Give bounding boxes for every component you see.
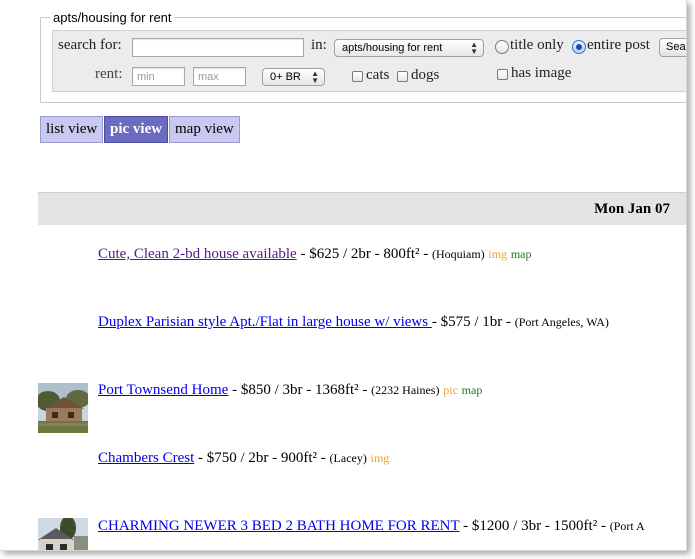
has-image-label: has image <box>511 65 572 81</box>
rent-min-input[interactable] <box>132 67 185 86</box>
listing-details: - $850 / 3br - 1368ft² - <box>228 382 372 398</box>
listing-title-link[interactable]: Chambers Crest <box>98 450 194 466</box>
cats-label: cats <box>366 67 390 83</box>
day-header: Mon Jan 07 <box>38 192 686 225</box>
in-label: in: <box>311 37 327 53</box>
listing-details: - $625 / 2br - 800ft² - <box>296 246 433 262</box>
listing-img-tag: img <box>370 451 390 465</box>
listing-location: (Hoquiam) <box>432 247 485 261</box>
listing-row: Port Townsend Home - $850 / 3br - 1368ft… <box>98 382 482 399</box>
search-label: search for: <box>58 37 122 53</box>
search-button[interactable]: Sea <box>659 38 686 57</box>
listing-location: (Lacey) <box>329 451 367 465</box>
listing-row: CHARMING NEWER 3 BED 2 BATH HOME FOR REN… <box>98 518 645 535</box>
select-arrows-icon: ▲ ▼ <box>470 40 478 56</box>
listing-row: Chambers Crest - $750 / 2br - 900ft² - (… <box>98 450 389 467</box>
dogs-label: dogs <box>411 67 440 83</box>
browser-page: apts/housing for rent search for: in: ap… <box>0 0 687 551</box>
listing-location: (2232 Haines) <box>371 383 440 397</box>
rent-max-input[interactable] <box>193 67 246 86</box>
listing-row: Duplex Parisian style Apt./Flat in large… <box>98 314 609 331</box>
house-photo-icon <box>38 518 88 550</box>
listing-thumbnail[interactable] <box>38 383 88 433</box>
title-only-label: title only <box>510 37 564 53</box>
listing-title-link[interactable]: Port Townsend Home <box>98 382 228 398</box>
listing-details: - $575 / 1br - <box>431 314 515 330</box>
search-input[interactable] <box>132 38 304 57</box>
bedrooms-select-value: 0+ BR <box>270 71 301 83</box>
pic-view-button[interactable]: pic view <box>104 116 169 143</box>
search-legend: apts/housing for rent <box>53 10 172 25</box>
day-header-date: Mon Jan 07 <box>594 201 670 217</box>
listing-title-link[interactable]: Cute, Clean 2-bd house available <box>98 246 297 262</box>
list-view-button[interactable]: list view <box>40 116 104 143</box>
listing-title-link[interactable]: Duplex Parisian style Apt./Flat in large… <box>98 314 432 330</box>
map-view-button[interactable]: map view <box>169 116 240 143</box>
select-arrows-icon: ▲ ▼ <box>311 69 319 85</box>
listing-details: - $1200 / 3br - 1500ft² - <box>459 518 610 534</box>
rent-label: rent: <box>95 66 123 82</box>
listing-thumbnail[interactable] <box>38 518 88 550</box>
cats-checkbox[interactable] <box>352 71 363 82</box>
category-select-value: apts/housing for rent <box>342 42 443 54</box>
dogs-checkbox[interactable] <box>397 71 408 82</box>
listing-location: (Port A <box>609 519 645 533</box>
listing-map-tag: map <box>461 383 483 397</box>
listing-map-tag: map <box>510 247 532 261</box>
has-image-checkbox[interactable] <box>497 69 508 80</box>
title-only-radio[interactable] <box>495 40 509 54</box>
listing-row: Cute, Clean 2-bd house available - $625 … <box>98 246 532 263</box>
listing-title-link[interactable]: CHARMING NEWER 3 BED 2 BATH HOME FOR REN… <box>98 518 459 534</box>
entire-post-label: entire post <box>587 37 650 53</box>
listing-pic-tag: pic <box>443 383 458 397</box>
bedrooms-select[interactable]: 0+ BR ▲ ▼ <box>262 68 325 86</box>
listing-img-tag: img <box>488 247 508 261</box>
category-select[interactable]: apts/housing for rent ▲ ▼ <box>334 39 484 57</box>
house-photo-icon <box>38 383 88 433</box>
listing-location: (Port Angeles, WA) <box>514 315 609 329</box>
listing-details: - $750 / 2br - 900ft² - <box>194 450 330 466</box>
entire-post-radio[interactable] <box>572 40 586 54</box>
